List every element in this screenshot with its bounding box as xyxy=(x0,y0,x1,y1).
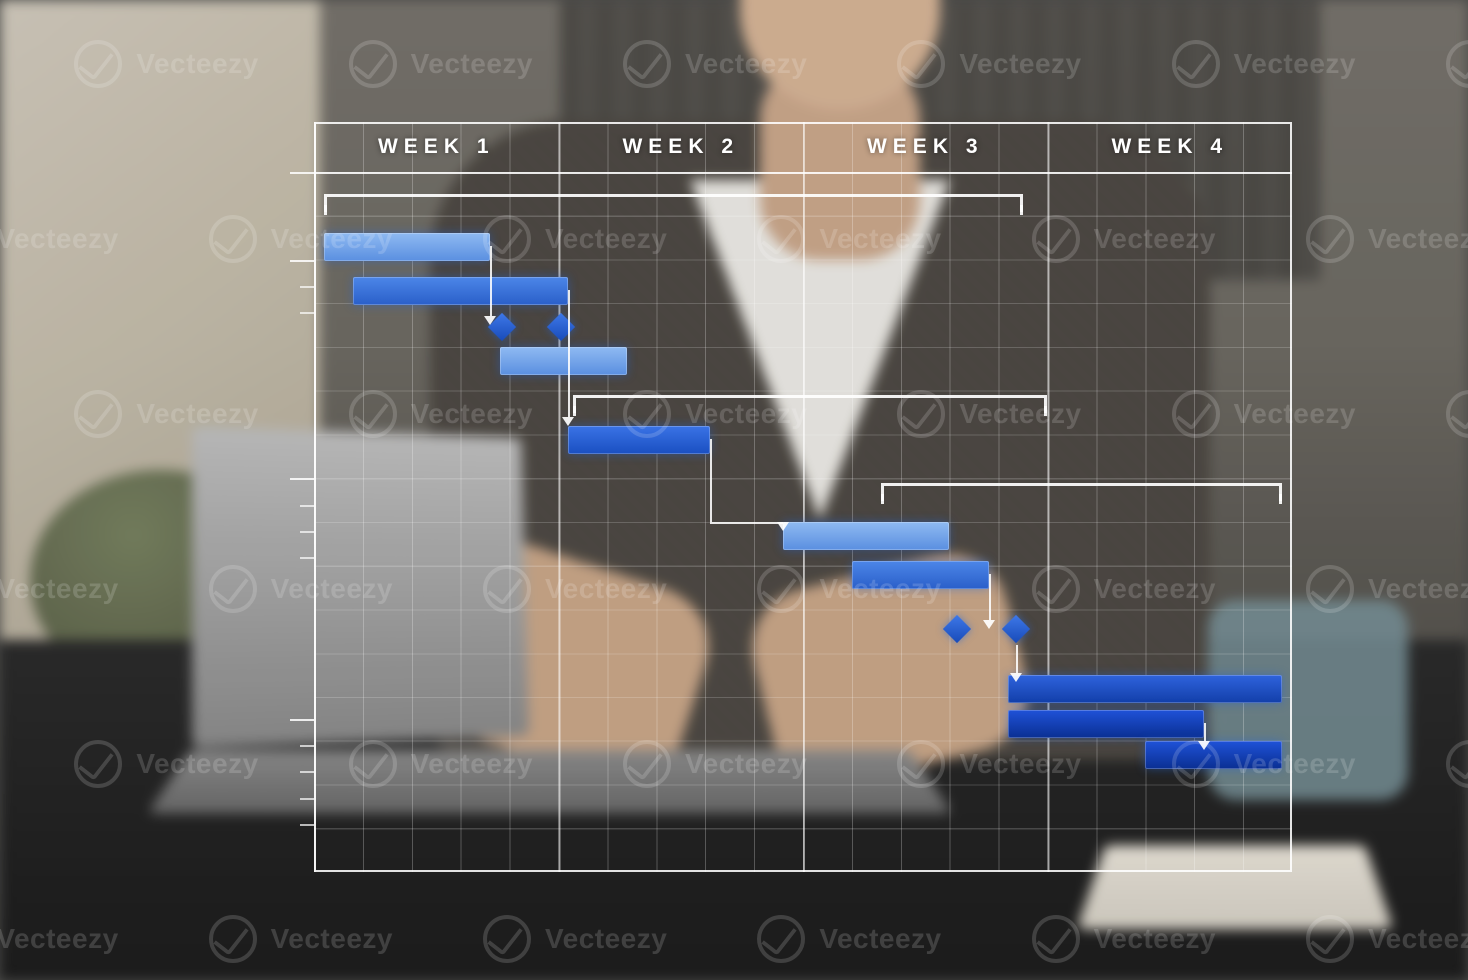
gantt-task-bar xyxy=(1008,675,1282,703)
gantt-task-bar xyxy=(1008,710,1204,738)
ruler-tick xyxy=(290,172,314,174)
week-label-3: WEEK 3 xyxy=(803,122,1048,172)
ruler-tick xyxy=(300,798,314,800)
gantt-summary-bar xyxy=(324,194,1023,212)
ruler-tick xyxy=(300,531,314,533)
ruler-tick xyxy=(290,260,314,262)
gantt-task-bar xyxy=(783,522,949,550)
gantt-milestone xyxy=(547,313,575,341)
ruler-tick xyxy=(300,824,314,826)
ruler-tick xyxy=(300,557,314,559)
week-label-1: WEEK 1 xyxy=(314,122,559,172)
ruler-tick xyxy=(300,771,314,773)
ruler-tick xyxy=(300,745,314,747)
gantt-week-header: WEEK 1 WEEK 2 WEEK 3 WEEK 4 xyxy=(314,122,1292,174)
ruler-tick xyxy=(290,478,314,480)
gantt-task-bar xyxy=(500,347,627,375)
gantt-task-bar xyxy=(324,233,490,261)
gantt-row-ruler xyxy=(280,172,314,872)
gantt-summary-bar xyxy=(573,395,1047,413)
week-label-2: WEEK 2 xyxy=(559,122,804,172)
ruler-tick xyxy=(300,312,314,314)
gantt-task-bar xyxy=(568,426,710,454)
ruler-tick xyxy=(300,286,314,288)
ruler-tick xyxy=(300,505,314,507)
gantt-milestone xyxy=(1002,615,1030,643)
ruler-tick xyxy=(290,719,314,721)
gantt-task-area xyxy=(314,172,1292,872)
gantt-milestone xyxy=(943,615,971,643)
gantt-summary-bar xyxy=(881,483,1282,501)
gantt-task-bar xyxy=(852,561,989,589)
week-label-4: WEEK 4 xyxy=(1048,122,1293,172)
gantt-task-bar xyxy=(353,277,568,305)
gantt-milestone xyxy=(488,313,516,341)
gantt-task-bar xyxy=(1145,741,1282,769)
gantt-chart-overlay: WEEK 1 WEEK 2 WEEK 3 WEEK 4 xyxy=(314,122,1292,872)
